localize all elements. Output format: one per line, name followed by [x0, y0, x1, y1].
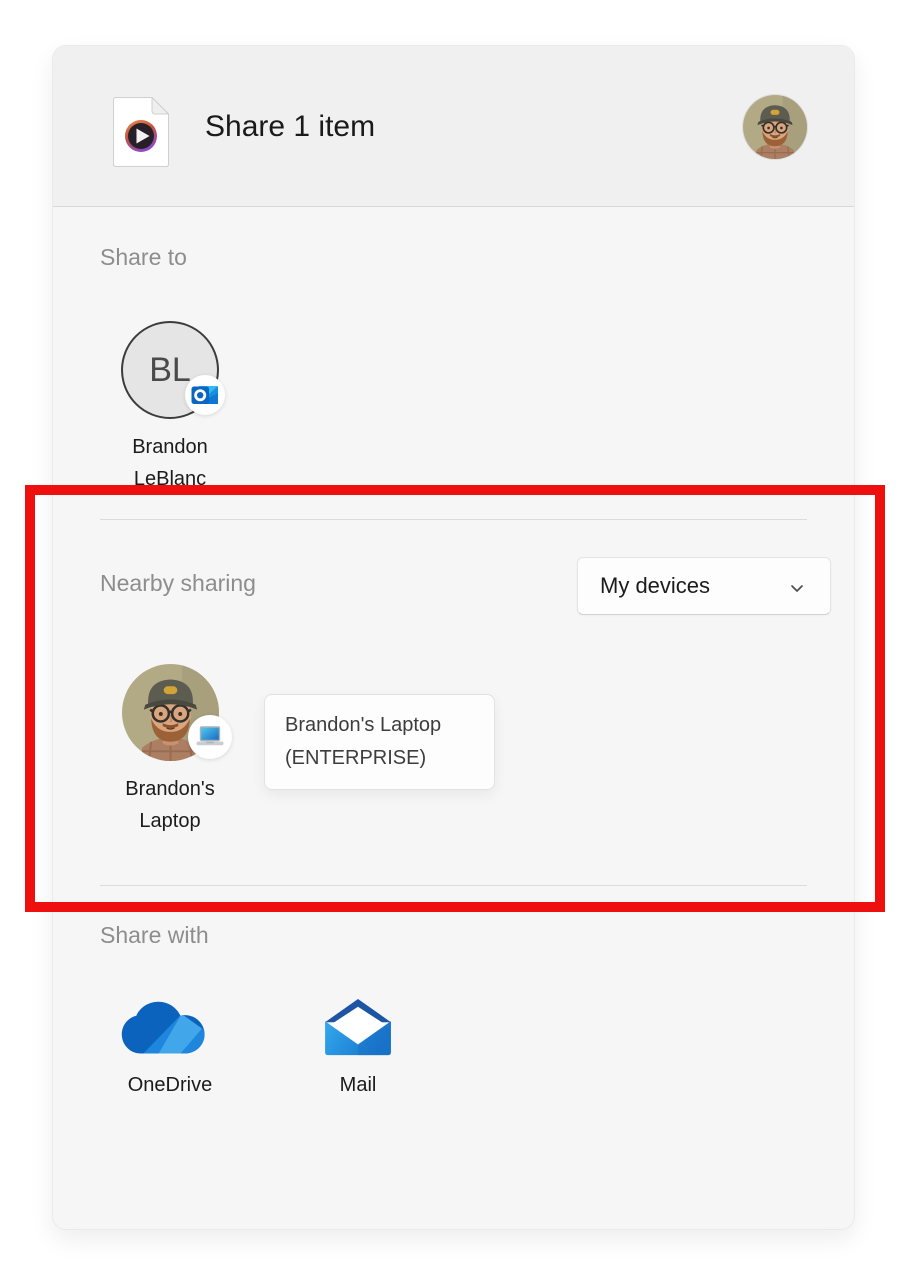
account-avatar [743, 95, 807, 159]
share-with-apps: OneDrive [90, 996, 438, 1097]
app-label: Mail [278, 1074, 438, 1097]
share-with-heading: Share with [100, 922, 209, 949]
share-dialog: Share 1 item [52, 45, 855, 1230]
app-mail[interactable]: Mail [278, 996, 438, 1097]
share-to-heading: Share to [100, 244, 187, 271]
device-brandons-laptop[interactable]: Brandon's Laptop [90, 664, 250, 837]
contact-name: Brandon LeBlanc [105, 431, 235, 495]
page-background: Share 1 item [0, 0, 904, 1283]
onedrive-icon [90, 996, 250, 1060]
media-file-icon [113, 97, 169, 167]
dialog-header: Share 1 item [53, 46, 854, 207]
dialog-title: Share 1 item [205, 46, 375, 207]
app-label: OneDrive [90, 1074, 250, 1097]
contact-avatar: BL [121, 321, 219, 419]
device-filter-value: My devices [600, 573, 710, 599]
contact-brandon-leblanc[interactable]: BL Brandon LeBlanc [90, 321, 250, 495]
chevron-down-icon [788, 577, 806, 595]
device-filter-dropdown[interactable]: My devices [577, 557, 831, 615]
app-onedrive[interactable]: OneDrive [90, 996, 250, 1097]
device-name: Brandon's Laptop [105, 773, 235, 837]
mail-icon [278, 996, 438, 1060]
nearby-sharing-heading: Nearby sharing [100, 570, 256, 597]
section-divider [100, 519, 807, 520]
section-divider [100, 885, 807, 886]
laptop-icon [188, 715, 232, 759]
device-tooltip: Brandon's Laptop (ENTERPRISE) [264, 694, 495, 790]
device-avatar [122, 664, 219, 761]
outlook-icon [185, 375, 225, 415]
